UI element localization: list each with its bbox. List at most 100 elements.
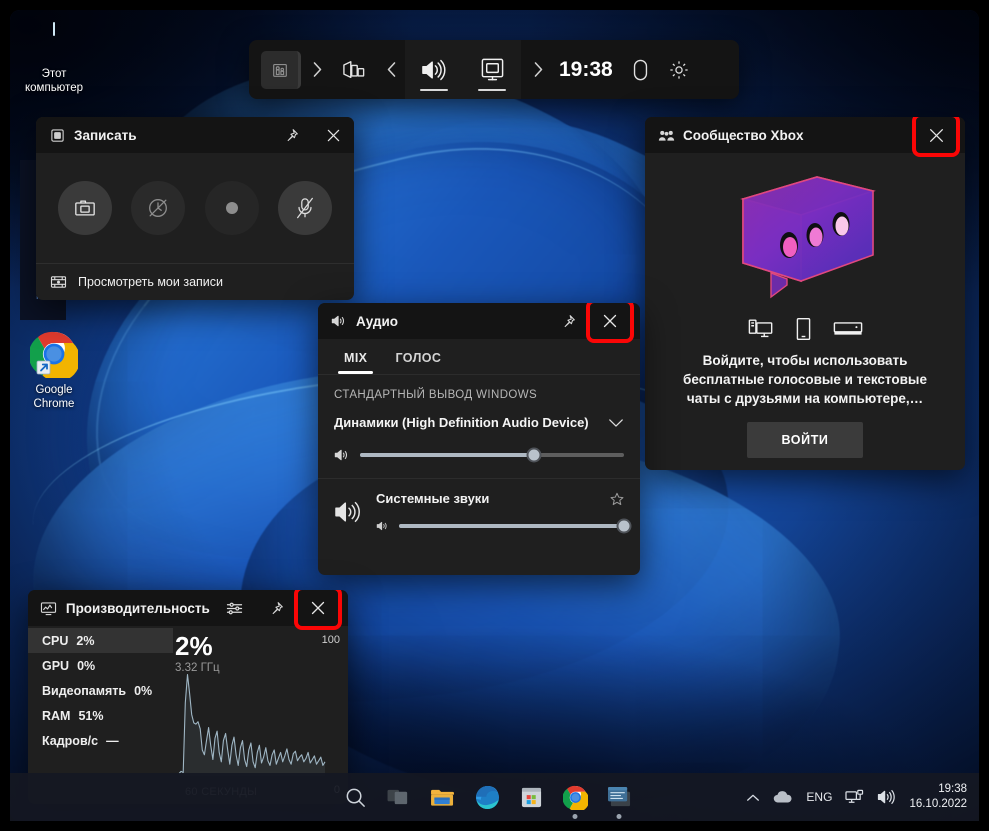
performance-settings-button[interactable] xyxy=(218,593,252,623)
performance-widget-button[interactable] xyxy=(463,40,521,99)
mouse-icon[interactable] xyxy=(623,40,659,99)
task-view-icon[interactable] xyxy=(384,782,414,812)
chevron-down-icon xyxy=(608,418,624,428)
master-volume-knob[interactable] xyxy=(526,447,542,463)
performance-metric-row[interactable]: Видеопамять 0% xyxy=(28,678,173,703)
microphone-toggle-button[interactable] xyxy=(278,181,333,235)
audio-device-name: Динамики (High Definition Audio Device) xyxy=(334,415,589,430)
toolbar-chevron-right-2[interactable] xyxy=(521,40,555,99)
xbox-signin-description: Войдите, чтобы использовать бесплатные г… xyxy=(683,353,927,406)
xbox-panel-body: Войдите, чтобы использовать бесплатные г… xyxy=(645,153,965,470)
people-icon xyxy=(657,126,675,144)
tab-mix[interactable]: MIX xyxy=(332,345,379,374)
audio-tabs: MIX ГОЛОС xyxy=(318,339,640,375)
supported-devices-row xyxy=(663,317,947,341)
audio-app-header: Системные звуки xyxy=(376,491,624,506)
audio-pin-button[interactable] xyxy=(551,306,585,336)
taskbar-clock[interactable]: 19:38 16.10.2022 xyxy=(909,782,967,812)
app-window-icon[interactable] xyxy=(604,782,634,819)
screenshot-button[interactable] xyxy=(57,181,112,235)
console-icon xyxy=(833,320,863,338)
metric-value: 0% xyxy=(134,683,153,698)
microsoft-store-icon[interactable] xyxy=(516,782,546,812)
metric-value: 2% xyxy=(76,633,95,648)
audio-section-label: СТАНДАРТНЫЙ ВЫВОД WINDOWS xyxy=(334,389,538,401)
performance-panel-title: Производительность xyxy=(65,600,210,616)
app-volume-knob[interactable] xyxy=(616,518,632,534)
xbox-close-button[interactable] xyxy=(912,117,960,157)
widgets-menu-button[interactable] xyxy=(261,50,301,89)
xbox-panel-title: Сообщество Xbox xyxy=(683,127,804,143)
record-buttons-row xyxy=(36,153,354,263)
master-volume-fill xyxy=(360,453,535,457)
taskbar: ENG 19:38 16.10.2022 xyxy=(10,773,979,821)
microsoft-edge-icon[interactable] xyxy=(472,782,502,812)
gallery-icon xyxy=(50,275,67,289)
master-volume-slider[interactable] xyxy=(334,447,624,463)
running-indicator xyxy=(616,814,622,819)
system-tray: ENG 19:38 16.10.2022 xyxy=(746,773,979,821)
toolbar-chevron-left[interactable] xyxy=(377,40,405,99)
xbox-signin-button[interactable]: ВОЙТИ xyxy=(747,422,863,458)
volume-icon-small xyxy=(376,520,389,532)
pc-icon xyxy=(748,318,774,340)
search-icon[interactable] xyxy=(340,782,370,812)
capture-widget-button[interactable] xyxy=(331,40,377,99)
metric-label: Видеопамять xyxy=(42,683,127,698)
toolbar-right-group: 19:38 xyxy=(521,40,699,99)
performance-metric-row[interactable]: RAM 51% xyxy=(28,703,173,728)
cloud-icon[interactable] xyxy=(773,790,793,804)
screen-root: к lu Этот компьютер Google Chrome xyxy=(0,0,989,831)
xbox-social-panel: Сообщество Xbox Войдите, чтобы использов… xyxy=(645,117,965,470)
desktop-icon-google-chrome[interactable]: Google Chrome xyxy=(11,330,97,411)
xbox-signin-label: ВОЙТИ xyxy=(781,433,829,447)
phone-icon xyxy=(796,317,811,341)
performance-metric-row[interactable]: Кадров/с — xyxy=(28,728,173,753)
performance-panel: Производительность CPU 2% GPU 0% Видеопа… xyxy=(28,590,348,804)
speaker-icon xyxy=(330,312,348,330)
game-bar-toolbar: 19:38 xyxy=(249,40,739,99)
record-panel: Записать Просмотреть мои записи xyxy=(36,117,354,300)
record-close-button[interactable] xyxy=(316,120,350,150)
start-recording-button[interactable] xyxy=(204,181,259,235)
performance-metric-row[interactable]: GPU 0% xyxy=(28,653,173,678)
metric-label: GPU xyxy=(42,658,70,673)
app-volume-track[interactable] xyxy=(399,518,632,534)
app-volume-slider[interactable] xyxy=(376,518,632,534)
desktop-icon-label: Этот xyxy=(41,68,67,80)
toolbar-chevron-right-1[interactable] xyxy=(303,40,331,99)
audio-widget-button[interactable] xyxy=(405,40,463,99)
audio-device-selector[interactable]: Динамики (High Definition Audio Device) xyxy=(334,415,624,430)
google-chrome-icon[interactable] xyxy=(560,782,590,819)
chevron-up-icon[interactable] xyxy=(746,793,760,802)
record-pin-button[interactable] xyxy=(274,120,308,150)
audio-default-output-section: СТАНДАРТНЫЙ ВЫВОД WINDOWS Динамики (High… xyxy=(318,375,640,468)
toolbar-middle-group xyxy=(405,40,521,99)
record-last-30s-button[interactable] xyxy=(131,181,186,235)
audio-panel: Аудио MIX ГОЛОС СТАНДАРТНЫЙ ВЫВОД WINDOW… xyxy=(318,303,640,575)
desktop-icon-this-pc[interactable]: Этот компьютер xyxy=(11,22,97,95)
xbox-panel-titlebar: Сообщество Xbox xyxy=(645,117,965,157)
desktop-icon-label: Google xyxy=(35,384,73,396)
capture-icon xyxy=(48,126,66,144)
performance-pin-button[interactable] xyxy=(260,593,294,623)
star-icon[interactable] xyxy=(610,492,624,506)
gear-icon[interactable] xyxy=(659,40,699,99)
tab-voice[interactable]: ГОЛОС xyxy=(383,345,453,374)
audio-panel-titlebar: Аудио xyxy=(318,303,640,343)
audio-close-button[interactable] xyxy=(586,303,634,343)
master-volume-track[interactable] xyxy=(360,447,624,463)
network-icon[interactable] xyxy=(845,789,864,806)
view-my-recordings-button[interactable]: Просмотреть мои записи xyxy=(36,263,354,300)
performance-close-button[interactable] xyxy=(294,590,342,630)
volume-icon xyxy=(334,448,350,462)
file-explorer-icon[interactable] xyxy=(428,782,458,812)
metric-value: 0% xyxy=(77,658,96,673)
volume-icon[interactable] xyxy=(877,789,896,805)
google-chrome-icon xyxy=(30,330,78,378)
performance-panel-titlebar: Производительность xyxy=(28,590,348,630)
metric-label: Кадров/с xyxy=(42,733,99,748)
taskbar-date: 16.10.2022 xyxy=(909,798,967,810)
language-indicator[interactable]: ENG xyxy=(806,790,832,804)
performance-metric-row[interactable]: CPU 2% xyxy=(28,628,173,653)
